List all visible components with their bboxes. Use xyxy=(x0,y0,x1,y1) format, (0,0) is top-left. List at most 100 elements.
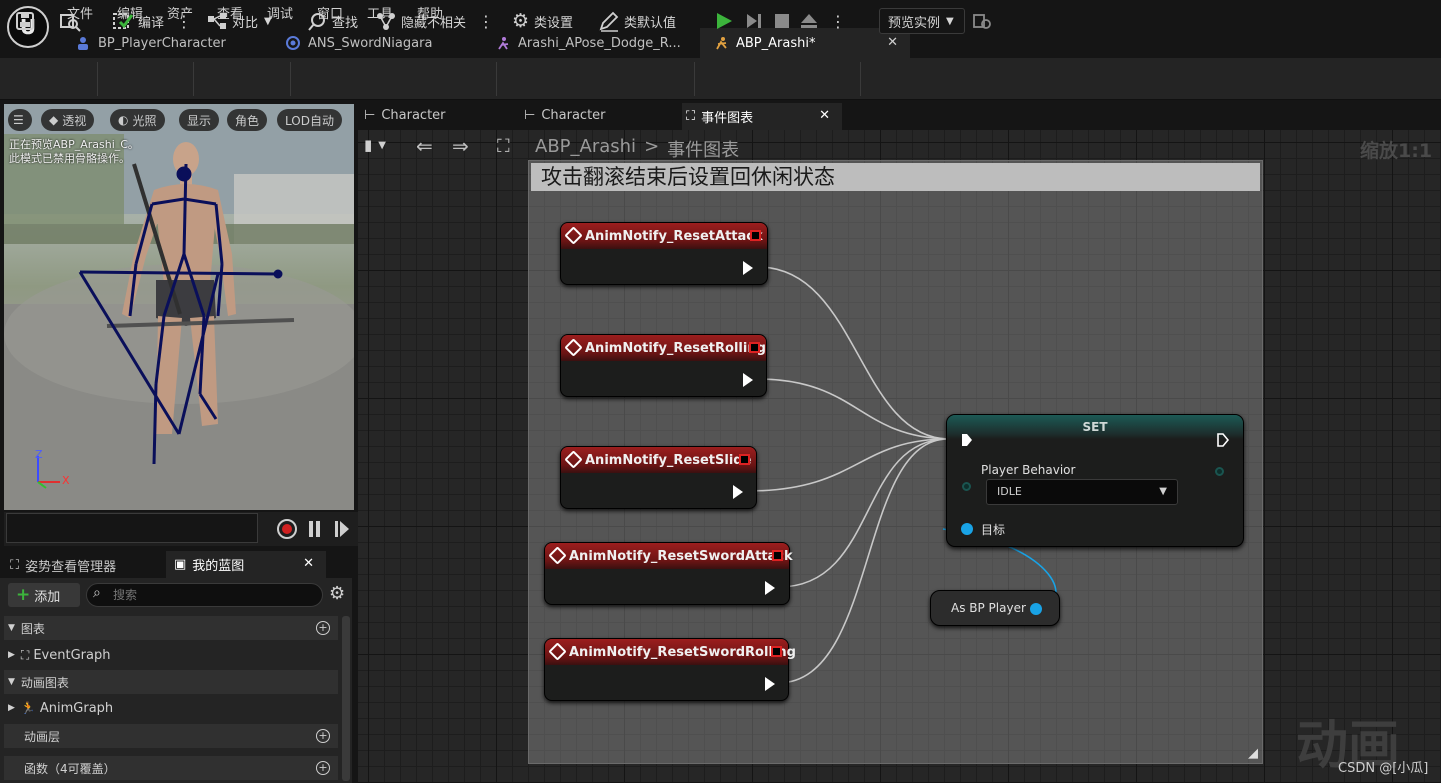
exec-out-pin[interactable] xyxy=(743,261,753,275)
section-anim-layers[interactable]: 动画层 + xyxy=(4,724,338,748)
save-icon[interactable] xyxy=(14,8,36,34)
add-function-icon[interactable]: + xyxy=(316,761,330,775)
tab-character-2[interactable]: ⊢ Character xyxy=(524,108,606,123)
running-figure-icon: 🏃 xyxy=(20,701,36,715)
tree-item-eventgraph[interactable]: ▶ ⛶ EventGraph xyxy=(4,643,338,667)
close-tab-icon[interactable]: ✕ xyxy=(887,35,898,50)
enum-input-pin[interactable] xyxy=(962,482,971,491)
timeline-scrubber[interactable] xyxy=(6,513,258,543)
step-forward-icon[interactable] xyxy=(335,521,349,537)
animation-sequence-icon xyxy=(496,36,510,50)
anim-blueprint-icon xyxy=(714,36,728,50)
event-node-reset-attack[interactable]: AnimNotify_ResetAttack xyxy=(560,222,768,285)
exec-out-pin[interactable] xyxy=(743,373,753,387)
preview-instance-dropdown[interactable]: 预览实例 ▼ xyxy=(879,8,965,34)
event-node-reset-slide[interactable]: AnimNotify_ResetSlide xyxy=(560,446,757,509)
delegate-pin-icon[interactable] xyxy=(739,454,750,465)
section-anim-layers-label: 动画层 xyxy=(24,729,61,744)
perspective-label: 透视 xyxy=(62,113,87,128)
event-node-reset-sword-attack[interactable]: AnimNotify_ResetSwordAttack xyxy=(544,542,793,605)
section-functions[interactable]: 函数（4可覆盖） + xyxy=(4,756,338,780)
delegate-pin-icon[interactable] xyxy=(750,230,761,241)
event-diamond-icon xyxy=(548,642,567,661)
tab-my-blueprint-label: 我的蓝图 xyxy=(192,559,245,574)
tab-character-1[interactable]: ⊢ Character xyxy=(364,108,446,123)
set-variable-node[interactable]: SET Player Behavior IDLE ▼ 目标 xyxy=(946,414,1244,547)
object-output-pin[interactable] xyxy=(1030,603,1042,615)
section-anim-graphs[interactable]: ▼ 动画图表 xyxy=(4,670,338,694)
tab-my-blueprint[interactable]: ▣ 我的蓝图 ✕ xyxy=(166,551,326,578)
more-options-icon[interactable]: ⋮ xyxy=(176,12,192,31)
enum-output-pin[interactable] xyxy=(1215,467,1224,476)
more-options-icon[interactable]: ⋮ xyxy=(830,8,846,34)
close-tab-icon[interactable]: ✕ xyxy=(819,108,830,123)
tab-event-graph[interactable]: ⛶ 事件图表 ✕ xyxy=(682,103,842,130)
add-layer-icon[interactable]: + xyxy=(316,729,330,743)
show-button[interactable]: 显示 xyxy=(179,109,220,131)
exec-out-pin[interactable] xyxy=(765,677,775,691)
more-options-icon[interactable]: ⋮ xyxy=(478,12,494,31)
eject-icon[interactable] xyxy=(799,8,819,34)
step-forward-icon[interactable] xyxy=(744,8,764,34)
hide-unrelated-label: 隐藏不相关 xyxy=(401,15,467,31)
find-label: 查找 xyxy=(332,15,359,31)
cast-node-as-bp-player[interactable]: As BP Player xyxy=(930,590,1060,626)
record-button[interactable] xyxy=(277,519,297,539)
exec-out-pin[interactable] xyxy=(733,485,743,499)
diff-button[interactable]: 对比 ▼ xyxy=(206,8,272,34)
tab-pose-watch[interactable]: ⛶ 姿势查看管理器 xyxy=(10,556,116,575)
enum-value-dropdown[interactable]: IDLE ▼ xyxy=(986,479,1178,505)
close-tab-icon[interactable]: ✕ xyxy=(303,556,314,571)
pause-icon[interactable] xyxy=(309,521,321,537)
class-defaults-button[interactable]: 类默认值 xyxy=(598,8,676,34)
lighting-button[interactable]: ◐ 光照 xyxy=(110,109,165,131)
browse-asset-icon[interactable] xyxy=(58,8,82,34)
add-graph-icon[interactable]: + xyxy=(316,621,330,635)
hide-unrelated-button[interactable]: 隐藏不相关 ⋮ xyxy=(375,8,494,34)
stop-icon[interactable] xyxy=(772,8,792,34)
class-settings-button[interactable]: ⚙ 类设置 xyxy=(512,8,573,34)
event-node-reset-sword-rolling[interactable]: AnimNotify_ResetSwordRolling xyxy=(544,638,796,701)
delegate-pin-icon[interactable] xyxy=(772,550,783,561)
exec-out-pin[interactable] xyxy=(765,581,775,595)
play-button[interactable] xyxy=(714,8,734,34)
target-pin[interactable] xyxy=(961,523,973,535)
event-node-reset-rolling[interactable]: AnimNotify_ResetRolling xyxy=(560,334,767,397)
debug-filter-icon[interactable] xyxy=(971,8,993,34)
character-label: 角色 xyxy=(235,113,260,128)
delegate-pin-icon[interactable] xyxy=(749,342,760,353)
graph-tab-bar: ⊢ Character ⊢ Character ⛶ 事件图表 ✕ xyxy=(358,103,1441,130)
expand-arrow-icon: ▶ xyxy=(8,703,15,713)
section-graphs[interactable]: ▼ 图表 + xyxy=(4,616,338,640)
tree-item-animgraph[interactable]: ▶ 🏃 AnimGraph xyxy=(4,696,338,720)
event-diamond-icon xyxy=(564,338,583,357)
character-button[interactable]: 角色 xyxy=(227,109,268,131)
plus-icon: + xyxy=(16,585,31,605)
exec-out-pin[interactable] xyxy=(1217,433,1230,447)
delegate-pin-icon[interactable] xyxy=(771,646,782,657)
preview-instance-label: 预览实例 xyxy=(888,15,941,31)
class-settings-label: 类设置 xyxy=(534,15,574,31)
tab-label: ANS_SwordNiagara xyxy=(308,35,433,51)
tab-label: BP_PlayerCharacter xyxy=(98,35,226,51)
function-icon: ⊢ xyxy=(364,108,376,123)
chevron-down-icon: ▼ xyxy=(946,15,954,27)
viewport-menu-icon[interactable]: ☰ xyxy=(8,109,32,131)
find-button[interactable]: 查找 xyxy=(306,8,358,34)
blueprint-book-icon: ▣ xyxy=(174,557,187,572)
scrollbar[interactable] xyxy=(342,616,350,781)
event-graph-canvas[interactable]: ▮ ▼ ⇐ ⇒ ⛶ ABP_Arashi > 事件图表 缩放1:1 攻击翻滚结束后… xyxy=(358,130,1441,783)
compile-button[interactable]: 编译 ⋮ xyxy=(112,8,192,34)
gear-icon[interactable]: ⚙ xyxy=(329,583,345,604)
search-input[interactable] xyxy=(86,583,323,607)
preview-viewport[interactable]: ☰ ◆ 透视 ◐ 光照 显示 角色 LOD自动 正在预览ABP_Arashi_C。 … xyxy=(4,104,354,510)
tree-item-label: EventGraph xyxy=(33,647,111,663)
exec-in-pin[interactable] xyxy=(961,433,973,447)
event-diamond-icon xyxy=(548,546,567,565)
lod-button[interactable]: LOD自动 xyxy=(277,109,342,131)
axis-x-label: X xyxy=(62,474,70,487)
add-button[interactable]: + 添加 xyxy=(8,583,80,607)
compile-label: 编译 xyxy=(138,15,165,31)
event-graph-icon: ⛶ xyxy=(686,109,696,124)
perspective-button[interactable]: ◆ 透视 xyxy=(41,109,95,131)
